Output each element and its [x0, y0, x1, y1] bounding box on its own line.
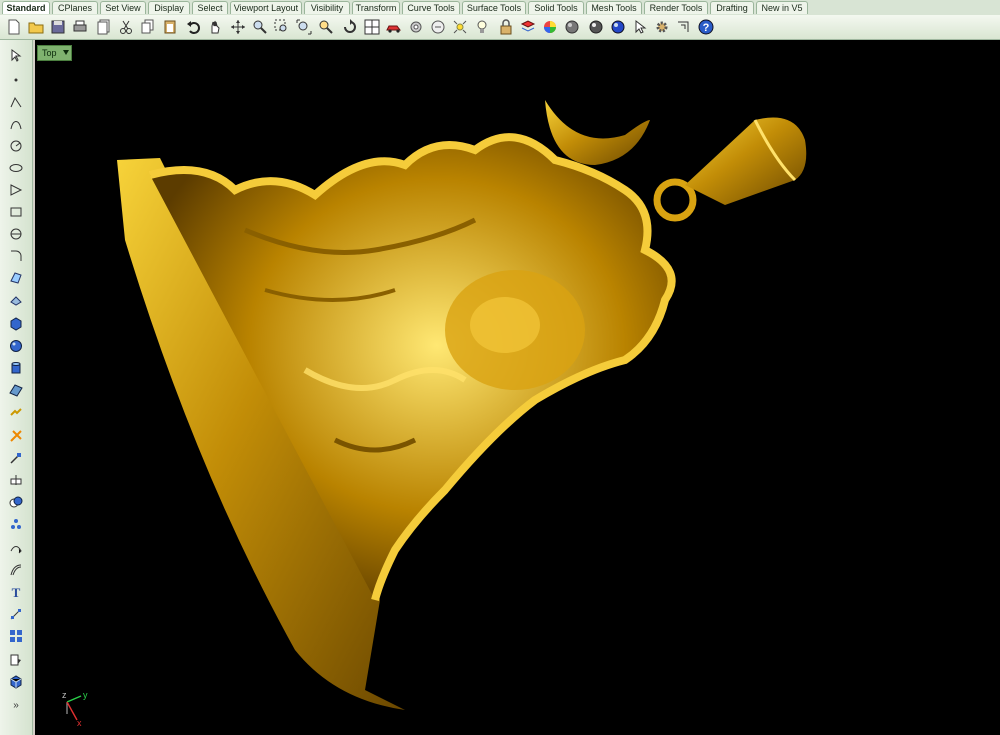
undo-icon[interactable] — [184, 17, 204, 37]
curve-icon[interactable] — [6, 114, 26, 134]
rotate-view-icon[interactable] — [340, 17, 360, 37]
circle-options-icon[interactable] — [428, 17, 448, 37]
rendered-sphere-icon[interactable] — [608, 17, 628, 37]
svg-text:T: T — [12, 585, 21, 599]
extrude-icon[interactable] — [6, 290, 26, 310]
tab-solid-tools[interactable]: Solid Tools — [528, 1, 584, 14]
select-arrow-icon[interactable] — [630, 17, 650, 37]
fillet-icon[interactable] — [6, 246, 26, 266]
grid-snap-icon[interactable] — [450, 17, 470, 37]
layer-icon[interactable] — [518, 17, 538, 37]
tab-select[interactable]: Select — [192, 1, 228, 14]
curve-from-object-icon[interactable] — [6, 538, 26, 558]
main-toolbar-sidebar: T » — [0, 40, 33, 735]
shaded-sphere-icon[interactable] — [586, 17, 606, 37]
axis-z-label: z — [62, 690, 67, 700]
tab-viewport-layout[interactable]: Viewport Layout — [230, 1, 302, 14]
plane-icon[interactable] — [6, 380, 26, 400]
trim-icon[interactable] — [6, 448, 26, 468]
split-icon[interactable] — [6, 470, 26, 490]
options-icon[interactable] — [406, 17, 426, 37]
cut-icon[interactable] — [116, 17, 136, 37]
move-view-icon[interactable] — [228, 17, 248, 37]
svg-text:?: ? — [703, 22, 710, 34]
zoom-icon[interactable] — [250, 17, 270, 37]
zoom-extents-icon[interactable] — [294, 17, 314, 37]
tab-cplanes[interactable]: CPlanes — [52, 1, 98, 14]
sphere-icon[interactable] — [6, 336, 26, 356]
zoom-window-icon[interactable] — [272, 17, 292, 37]
axis-x-label: x — [77, 718, 82, 728]
standard-toolbar: ? — [0, 15, 1000, 40]
import-icon[interactable] — [94, 17, 114, 37]
rectangle-icon[interactable] — [6, 202, 26, 222]
axis-y-label: y — [83, 690, 88, 700]
paste-icon[interactable] — [160, 17, 180, 37]
save-icon[interactable] — [48, 17, 68, 37]
arc-icon[interactable] — [6, 224, 26, 244]
ellipse-icon[interactable] — [6, 158, 26, 178]
explode-icon[interactable] — [6, 426, 26, 446]
tab-mesh-tools[interactable]: Mesh Tools — [586, 1, 642, 14]
polyline-icon[interactable] — [6, 92, 26, 112]
text-icon[interactable]: T — [6, 582, 26, 602]
tab-set-view[interactable]: Set View — [100, 1, 146, 14]
toolbar-tab-bar: Standard CPlanes Set View Display Select… — [0, 0, 1000, 16]
dimension-icon[interactable] — [6, 604, 26, 624]
more-icon[interactable]: » — [6, 694, 26, 714]
car-render-icon[interactable] — [384, 17, 404, 37]
help-icon[interactable]: ? — [696, 17, 716, 37]
transform-icon[interactable] — [6, 402, 26, 422]
color-wheel-icon[interactable] — [540, 17, 560, 37]
tab-drafting[interactable]: Drafting — [710, 1, 754, 14]
polygon-icon[interactable] — [6, 180, 26, 200]
new-file-icon[interactable] — [4, 17, 24, 37]
boolean-icon[interactable] — [6, 492, 26, 512]
copy-icon[interactable] — [138, 17, 158, 37]
array-icon[interactable] — [6, 514, 26, 534]
cylinder-icon[interactable] — [6, 358, 26, 378]
zoom-selected-icon[interactable] — [316, 17, 336, 37]
pendant-model[interactable] — [35, 40, 1000, 735]
point-icon[interactable] — [6, 70, 26, 90]
tab-render-tools[interactable]: Render Tools — [644, 1, 708, 14]
top-viewport[interactable]: Top z y x — [35, 40, 1000, 735]
tab-visibility[interactable]: Visibility — [304, 1, 350, 14]
svg-text:»: » — [13, 700, 19, 711]
pan-hand-icon[interactable] — [206, 17, 226, 37]
tab-curve-tools[interactable]: Curve Tools — [402, 1, 460, 14]
offset-icon[interactable] — [6, 560, 26, 580]
tab-transform[interactable]: Transform — [352, 1, 400, 14]
dimension-icon[interactable] — [674, 17, 694, 37]
gear-icon[interactable] — [652, 17, 672, 37]
surface-icon[interactable] — [6, 268, 26, 288]
lock-icon[interactable] — [496, 17, 516, 37]
tab-surface-tools[interactable]: Surface Tools — [462, 1, 526, 14]
four-viewports-icon[interactable] — [362, 17, 382, 37]
circle-icon[interactable] — [6, 136, 26, 156]
group-icon[interactable] — [6, 626, 26, 646]
axis-indicator: z y x — [62, 690, 88, 728]
open-folder-icon[interactable] — [26, 17, 46, 37]
tab-display[interactable]: Display — [148, 1, 190, 14]
render-icon[interactable] — [6, 672, 26, 692]
print-icon[interactable] — [70, 17, 90, 37]
tab-standard[interactable]: Standard — [2, 1, 50, 14]
material-sphere-icon[interactable] — [562, 17, 582, 37]
box-icon[interactable] — [6, 314, 26, 334]
select-arrow-icon[interactable] — [6, 46, 26, 66]
block-icon[interactable] — [6, 650, 26, 670]
light-bulb-icon[interactable] — [472, 17, 492, 37]
tab-new-in-v5[interactable]: New in V5 — [756, 1, 808, 14]
